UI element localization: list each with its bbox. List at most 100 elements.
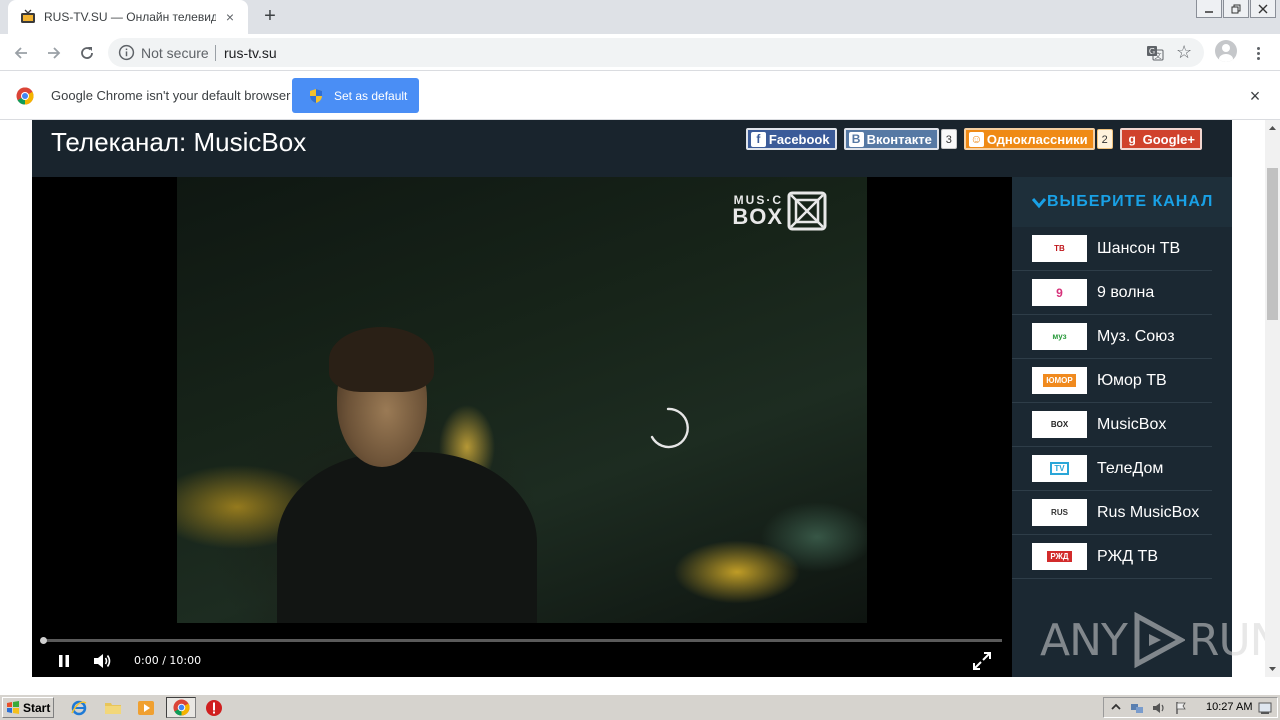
channel-thumbnail: РЖД [1032,543,1087,570]
channel-thumbnail: ТВ [1032,235,1087,262]
channel-name: Rus MusicBox [1097,503,1200,521]
channel-thumb-text: РЖД [1047,551,1072,562]
channel-item-yumor-tv[interactable]: ЮМОР Юмор ТВ [1012,359,1212,403]
channel-thumb-text: TV [1050,462,1069,475]
channel-name: MusicBox [1097,415,1167,433]
channel-item-muz-soyuz[interactable]: муз Муз. Союз [1012,315,1212,359]
windows-flag-icon [7,701,19,714]
vkontakte-share-button[interactable]: B Вконтакте [843,128,939,150]
chrome-logo-icon [16,87,34,105]
chrome-taskbar-button[interactable] [166,697,196,718]
folder-icon[interactable] [104,699,122,717]
back-button[interactable] [10,42,32,64]
channel-thumb-text: BOX [1050,420,1069,429]
page-title: Телеканал: MusicBox [51,127,307,157]
page-scrollbar[interactable] [1265,120,1280,677]
channel-item-musicbox[interactable]: BOX MusicBox [1012,403,1212,447]
speaker-icon[interactable] [1152,701,1166,715]
forward-button[interactable] [43,42,65,64]
tab-title: RUS-TV.SU — Онлайн телевидение [44,10,216,24]
scroll-up-icon[interactable] [1268,124,1277,133]
channel-list: ТВ Шансон ТВ 9 9 волна муз Муз. Союз ЮМО… [1012,227,1212,579]
channel-list-title: ВЫБЕРИТЕ КАНАЛ [1047,193,1214,210]
arrow-left-icon [14,47,27,59]
tray-expand-icon[interactable] [1109,701,1123,715]
browser-menu-icon[interactable] [1250,42,1266,64]
scroll-down-icon[interactable] [1268,664,1277,673]
channel-name: Шансон ТВ [1097,239,1181,257]
network-icon[interactable] [1130,701,1144,715]
channel-thumbnail: муз [1032,323,1087,350]
channel-item-rzhd-tv[interactable]: РЖД РЖД ТВ [1012,535,1212,579]
window-controls [1195,0,1276,18]
facebook-label: Facebook [768,131,830,147]
minimize-button[interactable] [1196,0,1222,18]
flag-icon[interactable] [1174,701,1188,715]
channel-thumbnail: TV [1032,455,1087,482]
browser-tab[interactable]: RUS-TV.SU — Онлайн телевидение × [8,0,248,34]
scrollbar-thumb[interactable] [1267,168,1278,320]
infobar-close-icon[interactable]: × [1246,87,1264,105]
new-tab-button[interactable]: + [258,6,282,28]
fullscreen-icon[interactable] [972,651,992,671]
channel-item-shanson-tv[interactable]: ТВ Шансон ТВ [1012,227,1212,271]
volume-icon[interactable] [92,652,112,670]
set-as-default-button[interactable]: Set as default [292,78,419,113]
start-label: Start [23,700,51,715]
channel-item-9-volna[interactable]: 9 9 волна [1012,271,1212,315]
chrome-icon [173,699,190,716]
facebook-share-button[interactable]: f Facebook [745,128,837,150]
media-player-icon[interactable] [137,699,155,717]
channel-thumb-text: RUS [1051,508,1068,517]
progress-knob[interactable] [40,637,47,644]
address-bar[interactable]: Not secure rus-tv.su G文 ☆ [108,38,1204,67]
reload-button[interactable] [76,42,98,64]
channel-name: ТелеДом [1097,459,1164,477]
set-as-default-label: Set as default [334,88,408,103]
channel-item-rus-musicbox[interactable]: RUS Rus MusicBox [1012,491,1212,535]
profile-avatar[interactable] [1215,40,1237,62]
channel-thumb-text: ТВ [1054,244,1065,253]
start-button[interactable]: Start [2,697,54,718]
system-tray: 10:27 AM [1103,697,1278,718]
odnoklassniki-share-button[interactable]: ☺ Одноклассники [963,128,1095,150]
tab-close-icon[interactable]: × [222,9,238,25]
channel-thumb-text: муз [1052,332,1067,341]
show-desktop-icon[interactable] [1258,701,1272,715]
video-progress-bar[interactable] [40,637,1002,644]
default-browser-infobar: Google Chrome isn't your default browser… [0,72,1280,120]
channel-thumbnail: 9 [1032,279,1087,306]
google-plus-label: Google+ [1142,131,1195,147]
info-icon[interactable] [118,44,135,61]
bookmark-star-icon[interactable]: ☆ [1176,43,1194,61]
channel-thumb-text: ЮМОР [1043,374,1076,387]
taskbar-clock: 10:27 AM [1206,701,1253,713]
stop-app-icon[interactable] [205,699,223,717]
vkontakte-share-count: 3 [940,129,957,149]
restore-icon [1231,4,1241,13]
anyrun-watermark: ANY RUN [1040,610,1265,670]
video-figure-hair [329,327,434,392]
video-player[interactable]: MUS·C BOX 0:00 / 10:00 [32,177,1012,677]
internet-explorer-icon[interactable] [70,699,88,717]
not-secure-label: Not secure [141,45,209,61]
close-window-button[interactable] [1250,0,1276,18]
play-triangle-icon [1134,612,1185,668]
channel-item-teledom[interactable]: TV ТелеДом [1012,447,1212,491]
tv-favicon-icon [21,9,35,23]
uac-shield-icon [310,88,322,103]
url-text[interactable]: rus-tv.su [224,45,277,61]
channel-list-header: ВЫБЕРИТЕ КАНАЛ [1012,177,1232,227]
video-frame[interactable]: MUS·C BOX [177,177,867,623]
channel-name: Юмор ТВ [1097,371,1167,389]
google-plus-share-button[interactable]: g Google+ [1119,128,1202,150]
arrow-right-icon [48,47,61,59]
restore-button[interactable] [1223,0,1249,18]
pause-icon[interactable] [56,653,72,669]
channel-sidebar: ВЫБЕРИТЕ КАНАЛ ТВ Шансон ТВ 9 9 волна му… [1012,177,1232,677]
video-figure-body [277,452,537,623]
translate-icon[interactable]: G文 [1146,44,1164,62]
channel-name: РЖД ТВ [1097,547,1158,565]
close-icon [1258,4,1268,13]
watermark-text-left: ANY [1040,614,1128,666]
